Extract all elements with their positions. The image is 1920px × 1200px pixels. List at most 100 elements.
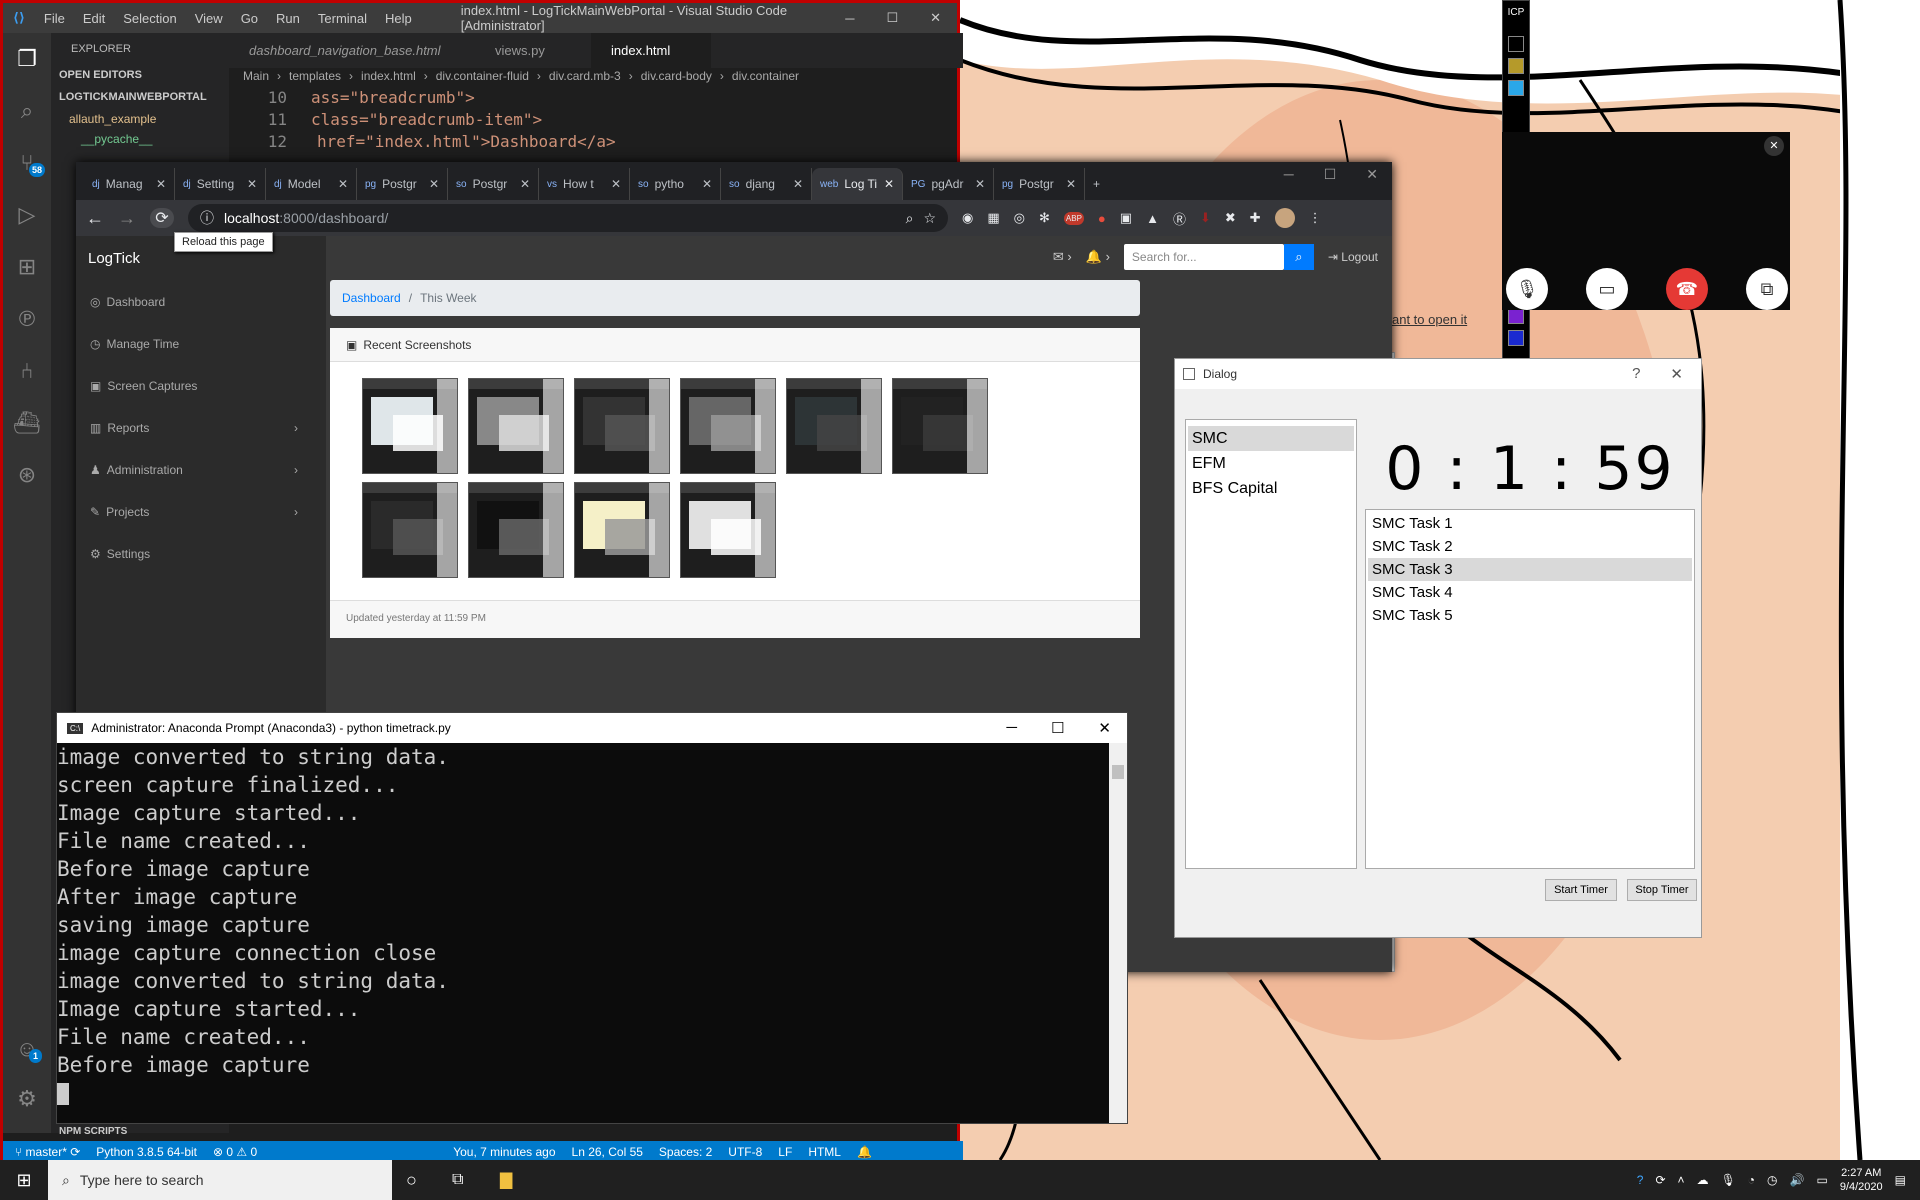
background-link[interactable]: ant to open it <box>1392 312 1467 327</box>
screenshot-thumbnail[interactable] <box>680 378 776 474</box>
chevron-up-icon[interactable]: ˄ <box>1678 1173 1685 1187</box>
tab-close-icon[interactable]: ✕ <box>793 177 803 191</box>
taskbar-search[interactable]: ⌕ Type here to search <box>48 1160 392 1200</box>
extension-icon[interactable]: ◉ <box>962 210 973 226</box>
problems-status[interactable]: ⊗ 0 ⚠ 0 <box>213 1145 257 1159</box>
crumb[interactable]: div.container-fluid <box>436 69 529 87</box>
sidebar-item[interactable]: ◷ Manage Time <box>76 323 326 365</box>
client-list-item[interactable]: EFM <box>1188 451 1354 476</box>
search-button[interactable]: ⌕ <box>1283 244 1314 270</box>
npm-scripts-section[interactable]: NPM SCRIPTS <box>51 1126 135 1137</box>
camera-icon[interactable]: ▭ <box>1586 268 1628 310</box>
task-list-item[interactable]: SMC Task 2 <box>1368 535 1692 558</box>
maximize-icon[interactable]: ☐ <box>1324 166 1337 183</box>
extension-icon[interactable]: ● <box>1098 211 1106 226</box>
language-mode[interactable]: HTML <box>808 1145 841 1159</box>
hangup-icon[interactable]: ☎ <box>1666 268 1708 310</box>
extensions-icon[interactable]: ⊞ <box>3 241 51 293</box>
extension-icon[interactable]: ▣ <box>1120 210 1132 226</box>
minimize-icon[interactable]: ─ <box>1006 719 1017 737</box>
menu-help[interactable]: Help <box>376 11 421 26</box>
color-swatch[interactable] <box>1508 330 1524 346</box>
menu-terminal[interactable]: Terminal <box>309 11 376 26</box>
crumb[interactable]: Main <box>243 69 269 87</box>
crumb[interactable]: div.card-body <box>641 69 712 87</box>
crumb[interactable]: index.html <box>361 69 416 87</box>
bell-icon[interactable]: 🔔 <box>857 1145 872 1159</box>
manage-gear-icon[interactable]: ⚙ <box>3 1073 51 1125</box>
battery-icon[interactable]: ▭ <box>1816 1173 1827 1187</box>
tab-close-icon[interactable]: ✕ <box>338 177 348 191</box>
extension-icon[interactable]: ▲ <box>1146 211 1159 226</box>
info-icon[interactable]: ⓘ <box>200 208 214 228</box>
terminal-output[interactable]: image converted to string data. screen ca… <box>57 743 1109 1123</box>
new-tab-button[interactable]: + <box>1085 168 1117 200</box>
cortana-icon[interactable]: ○ <box>406 1170 417 1191</box>
code-editor[interactable]: 10 ass="breadcrumb"> 11 class="breadcrumb-… <box>243 87 883 157</box>
alerts-bell-icon[interactable]: 🔔 › <box>1086 249 1110 265</box>
minimize-icon[interactable]: ─ <box>829 11 870 26</box>
clock-icon[interactable]: ◷ <box>1767 1173 1777 1187</box>
chrome-tab[interactable]: pg Postgr ✕ <box>994 168 1085 200</box>
windows-start-icon[interactable]: ⊞ <box>0 1170 48 1191</box>
help-icon[interactable]: ? <box>1637 1173 1644 1187</box>
close-icon[interactable]: ✕ <box>914 10 957 26</box>
back-arrow-icon[interactable]: ← <box>86 208 104 229</box>
python-interpreter[interactable]: Python 3.8.5 64-bit <box>96 1145 197 1159</box>
tab-views[interactable]: views.py <box>475 33 591 68</box>
task-view-icon[interactable]: ⧉ <box>452 1171 463 1189</box>
chrome-tab[interactable]: so djang ✕ <box>721 168 812 200</box>
bookmark-star-icon[interactable]: ☆ <box>923 210 936 227</box>
file-explorer-icon[interactable]: ▇ <box>500 1170 512 1190</box>
screenshot-thumbnail[interactable] <box>892 378 988 474</box>
project-folder[interactable]: LOGTICKMAINWEBPORTAL <box>51 85 229 109</box>
screenshot-thumbnail[interactable] <box>468 378 564 474</box>
client-list[interactable]: SMC EFM BFS Capital <box>1185 419 1357 869</box>
tab-dashboard-nav[interactable]: dashboard_navigation_base.html <box>229 33 475 68</box>
client-list-item[interactable]: BFS Capital <box>1188 476 1354 501</box>
close-icon[interactable]: ✕ <box>1098 719 1111 737</box>
microphone-icon[interactable]: 🎙 <box>1506 268 1548 310</box>
notifications-icon[interactable]: ▤ <box>1895 1173 1906 1187</box>
branch-status[interactable]: ⑂ master* ⟳ <box>15 1145 80 1159</box>
task-list-item[interactable]: SMC Task 3 <box>1368 558 1692 581</box>
microphone-icon[interactable]: 🎙 <box>1721 1173 1736 1187</box>
sidebar-item[interactable]: ◎ Dashboard <box>76 281 326 323</box>
chrome-tab[interactable]: vs How t ✕ <box>539 168 630 200</box>
extension-icon[interactable]: Ⓡ <box>1173 209 1186 228</box>
tab-close-icon[interactable]: ✕ <box>975 177 985 191</box>
screenshot-thumbnail[interactable] <box>362 378 458 474</box>
crumb[interactable]: div.container <box>732 69 799 87</box>
tab-close-icon[interactable]: ✕ <box>884 177 894 191</box>
chrome-tab[interactable]: so pytho ✕ <box>630 168 721 200</box>
tray-clock[interactable]: 2:27 AM 9/4/2020 <box>1840 1166 1883 1194</box>
tab-close-icon[interactable]: ✕ <box>702 177 712 191</box>
chrome-tab[interactable]: dj Manag ✕ <box>84 168 175 200</box>
indentation[interactable]: Spaces: 2 <box>659 1145 712 1159</box>
crumb[interactable]: templates <box>289 69 341 87</box>
run-debug-icon[interactable]: ▷ <box>3 189 51 241</box>
tab-close-icon[interactable]: ✕ <box>611 177 621 191</box>
chrome-tab[interactable]: PG pgAdr ✕ <box>903 168 994 200</box>
volume-icon[interactable]: 🔊 <box>1790 1173 1805 1187</box>
screenshot-thumbnail[interactable] <box>574 378 670 474</box>
color-swatch[interactable] <box>1508 80 1524 96</box>
sidebar-item[interactable]: ⚙ Settings <box>76 533 326 575</box>
maximize-icon[interactable]: ☐ <box>870 10 914 26</box>
chrome-menu-icon[interactable]: ⋮ <box>1309 210 1322 226</box>
extension-icon[interactable]: ▦ <box>987 210 999 226</box>
chrome-tab[interactable]: web Log Ti ✕ <box>812 168 903 200</box>
sidebar-item[interactable]: ♟ Administration › <box>76 449 326 491</box>
popout-icon[interactable]: ⧉ <box>1746 268 1788 310</box>
menu-run[interactable]: Run <box>267 11 309 26</box>
breadcrumb-home[interactable]: Dashboard <box>342 291 401 305</box>
chrome-tab[interactable]: so Postgr ✕ <box>448 168 539 200</box>
client-list-item[interactable]: SMC <box>1188 426 1354 451</box>
start-timer-button[interactable]: Start Timer <box>1545 879 1617 901</box>
task-list-item[interactable]: SMC Task 5 <box>1368 604 1692 627</box>
crumb[interactable]: div.card.mb-3 <box>549 69 621 87</box>
minimize-icon[interactable]: ─ <box>1284 166 1294 183</box>
extension-icon[interactable]: ⬇ <box>1200 210 1211 226</box>
sync-icon[interactable]: ⟳ <box>1655 1173 1665 1187</box>
git-graph-icon[interactable]: ⑃ <box>3 345 51 397</box>
